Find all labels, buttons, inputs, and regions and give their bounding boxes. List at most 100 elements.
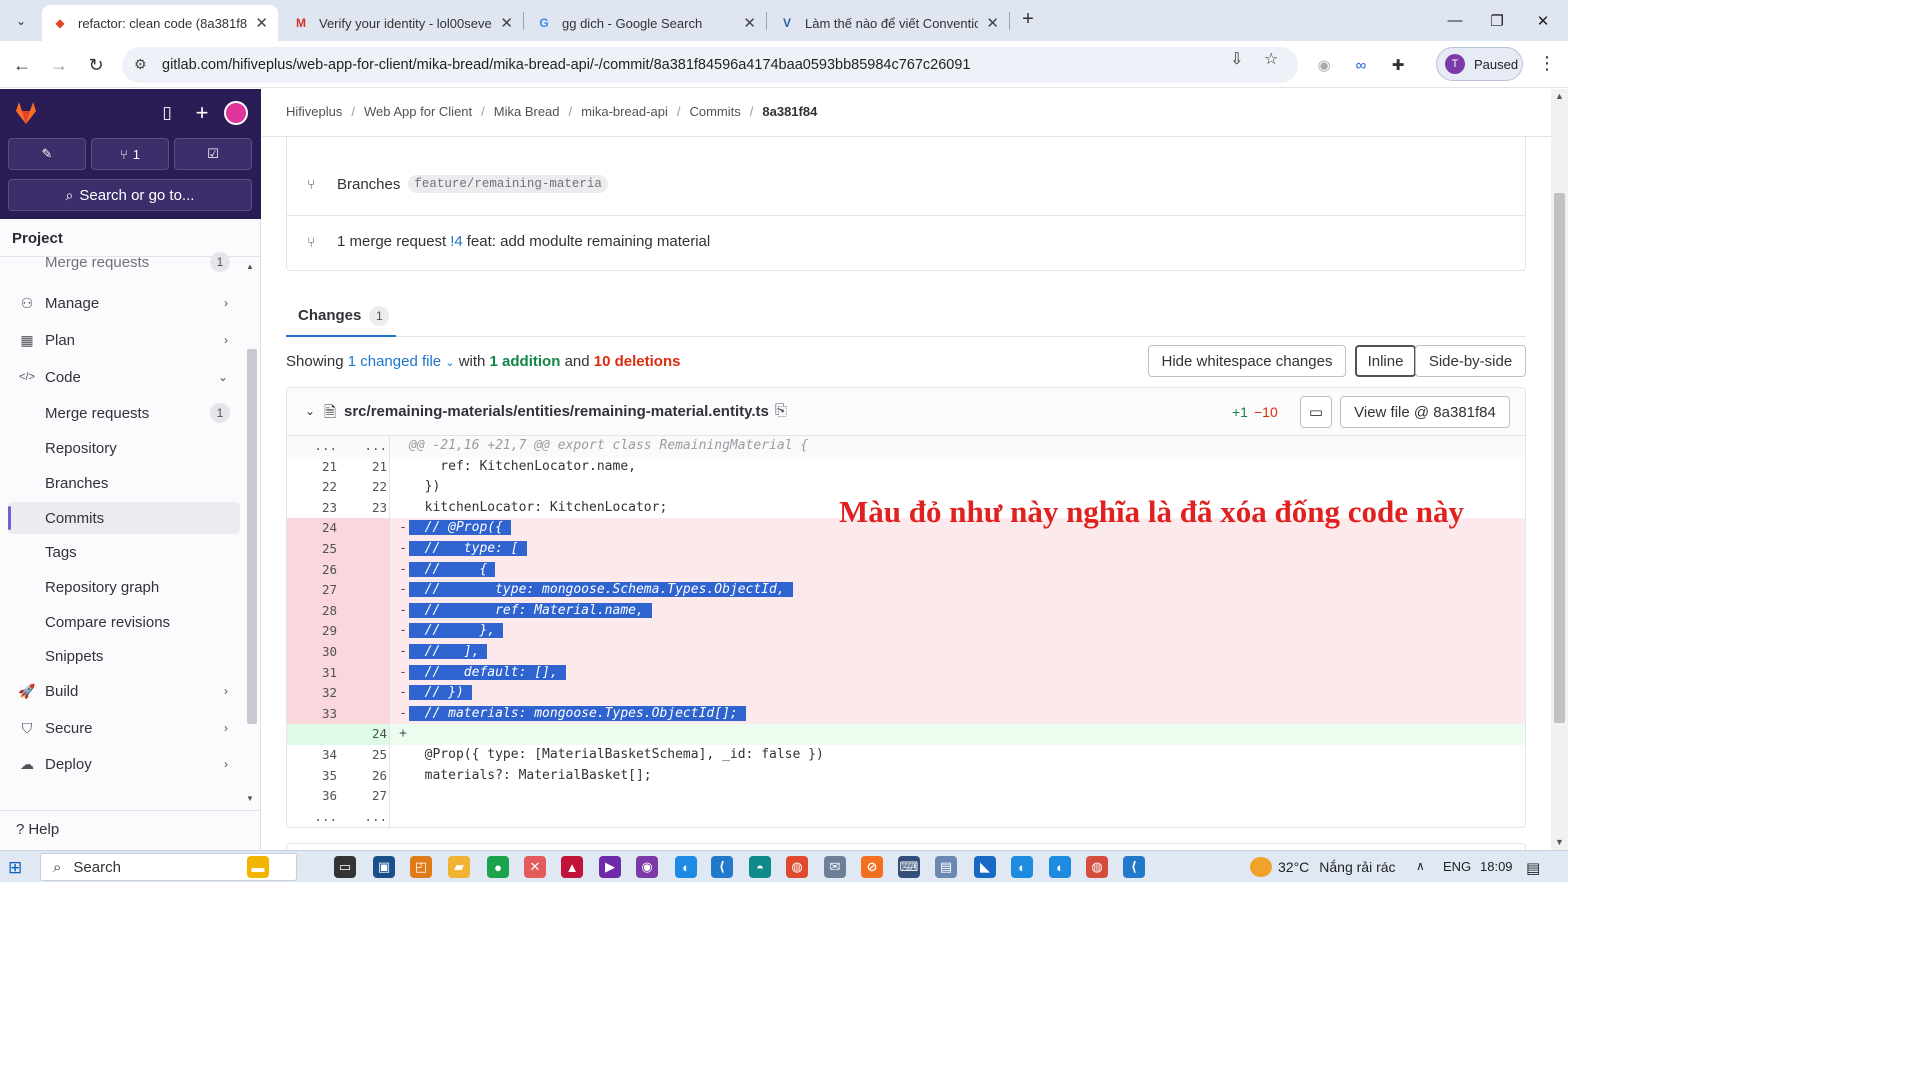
extension-icon[interactable]: ◉ <box>1312 53 1336 77</box>
app-icon[interactable]: ▶ <box>599 856 621 878</box>
vscode-icon[interactable]: ⟨ <box>711 856 733 878</box>
browser-tab-1[interactable]: M Verify your identity - lol00sever ✕ <box>283 5 523 41</box>
old-line-number[interactable]: 34 <box>287 745 337 766</box>
install-app-icon[interactable]: ⇩ <box>1230 49 1243 69</box>
old-line-number[interactable]: 33 <box>287 704 337 725</box>
scroll-down-icon[interactable]: ▼ <box>1555 837 1564 847</box>
extension-infinity-icon[interactable]: ∞ <box>1349 53 1373 77</box>
sidebar-item[interactable]: ⚇ Manage › <box>8 287 240 319</box>
sidebar-item[interactable]: ⛉ Secure › <box>8 712 240 744</box>
sidebar-item[interactable]: Merge requests 1 <box>8 397 240 429</box>
old-line-number[interactable]: 32 <box>287 683 337 704</box>
scroll-down-icon[interactable]: ▼ <box>246 794 254 803</box>
site-info-icon[interactable]: ⚙ <box>134 56 147 73</box>
weather-widget[interactable]: 32°C Nắng rải rác <box>1250 857 1396 877</box>
sidebar-item[interactable]: Repository graph <box>8 571 240 603</box>
browser-tab-0[interactable]: ◆ refactor: clean code (8a381f84) ✕ <box>42 5 278 41</box>
browser-tab-2[interactable]: G gg dich - Google Search ✕ <box>526 5 766 41</box>
old-line-number[interactable]: 25 <box>287 539 337 560</box>
help-button[interactable]: ? Help <box>16 821 59 838</box>
app-icon[interactable]: ⊘ <box>861 856 883 878</box>
sidebar-item[interactable]: ☁ Deploy › <box>8 748 240 780</box>
search-button[interactable]: ⌕ Search or go to... <box>8 179 252 211</box>
sidebar-item[interactable]: Compare revisions <box>8 606 240 638</box>
breadcrumb-item[interactable]: Commits <box>689 104 740 119</box>
old-line-number[interactable]: 28 <box>287 601 337 622</box>
new-line-number[interactable]: 21 <box>337 457 387 478</box>
url-field[interactable]: ⚙ gitlab.com/hifiveplus/web-app-for-clie… <box>122 47 1298 83</box>
mr-link[interactable]: !4 <box>450 233 463 250</box>
edge-icon[interactable]: ◓ <box>749 856 771 878</box>
extensions-puzzle-icon[interactable]: ✚ <box>1386 53 1410 77</box>
breadcrumb-item[interactable]: Web App for Client <box>364 104 472 119</box>
gitlab-logo-icon[interactable] <box>12 99 40 127</box>
old-line-number[interactable]: 26 <box>287 560 337 581</box>
old-line-number[interactable]: 30 <box>287 642 337 663</box>
tray-chevron-icon[interactable]: ∧ <box>1416 859 1425 873</box>
notifications-icon[interactable]: ▤ <box>1526 859 1540 877</box>
side-by-side-view-button[interactable]: Side-by-side <box>1415 345 1526 377</box>
app-icon[interactable]: ◐ <box>675 856 697 878</box>
create-new-icon[interactable]: + <box>190 100 214 125</box>
close-window-button[interactable]: ✕ <box>1520 0 1566 41</box>
browser-tab-3[interactable]: V Làm thế nào để viết Convention ✕ <box>769 5 1009 41</box>
app-icon[interactable]: ◉ <box>636 856 658 878</box>
new-tab-button[interactable]: + <box>1016 8 1040 32</box>
new-line-number[interactable]: ... <box>337 436 387 457</box>
toggle-sidebar-icon[interactable]: ▯ <box>155 101 179 125</box>
bookmark-star-icon[interactable]: ☆ <box>1264 49 1278 69</box>
user-avatar[interactable] <box>224 101 248 125</box>
app-icon[interactable]: ◐ <box>1049 856 1071 878</box>
hide-whitespace-button[interactable]: Hide whitespace changes <box>1148 345 1346 377</box>
scrollbar-thumb[interactable] <box>247 349 257 724</box>
old-line-number[interactable]: ... <box>287 807 337 827</box>
old-line-number[interactable]: 23 <box>287 498 337 519</box>
app-icon[interactable]: ◰ <box>410 856 432 878</box>
close-tab-icon[interactable]: ✕ <box>255 14 268 32</box>
inline-view-button[interactable]: Inline <box>1355 345 1416 377</box>
breadcrumb-item[interactable]: Hifiveplus <box>286 104 342 119</box>
new-line-number[interactable]: 22 <box>337 477 387 498</box>
close-tab-icon[interactable]: ✕ <box>743 14 756 32</box>
chrome-icon[interactable]: ◍ <box>786 856 808 878</box>
new-line-number[interactable]: ... <box>337 807 387 827</box>
app-icon[interactable]: ▲ <box>561 856 583 878</box>
new-line-number[interactable]: 24 <box>337 724 387 745</box>
new-line-number[interactable]: 23 <box>337 498 387 519</box>
old-line-number[interactable]: 21 <box>287 457 337 478</box>
copy-path-icon[interactable]: ⎘ <box>775 402 787 419</box>
old-line-number[interactable]: 22 <box>287 477 337 498</box>
old-line-number[interactable]: ... <box>287 436 337 457</box>
file-explorer-icon[interactable]: ▬ <box>247 856 269 878</box>
sidebar-item[interactable]: Snippets <box>8 640 240 672</box>
breadcrumb-item[interactable]: 8a381f84 <box>762 104 817 119</box>
app-icon[interactable]: ◣ <box>974 856 996 878</box>
branch-pill[interactable]: feature/remaining-materia <box>408 175 608 193</box>
new-line-number[interactable]: 27 <box>337 786 387 807</box>
old-line-number[interactable]: 24 <box>287 518 337 539</box>
changed-files-dropdown[interactable]: 1 changed file ⌄ <box>348 353 455 370</box>
minimize-button[interactable]: — <box>1432 0 1478 41</box>
app-icon[interactable]: ✉ <box>824 856 846 878</box>
old-line-number[interactable]: 35 <box>287 766 337 787</box>
merge-requests-button[interactable]: ⑂ 1 <box>91 138 169 170</box>
vscode-icon[interactable]: ⟨ <box>1123 856 1145 878</box>
sidebar-item[interactable]: Tags <box>8 536 240 568</box>
page-scrollbar[interactable]: ▲ ▼ <box>1551 89 1568 850</box>
app-icon[interactable]: ⌨ <box>898 856 920 878</box>
view-file-button[interactable]: View file @ 8a381f84 <box>1340 396 1510 428</box>
scrollbar-thumb[interactable] <box>1554 193 1565 723</box>
clock[interactable]: 18:09 <box>1480 859 1513 874</box>
forward-button[interactable]: → <box>46 52 72 78</box>
sidebar-item[interactable]: Branches <box>8 467 240 499</box>
profile-button[interactable]: T Paused <box>1436 47 1523 81</box>
collapse-chevron-icon[interactable]: ⌄ <box>305 404 315 418</box>
folder-icon[interactable]: ▰ <box>448 856 470 878</box>
new-line-number[interactable]: 26 <box>337 766 387 787</box>
app-icon[interactable]: ▤ <box>935 856 957 878</box>
reload-button[interactable]: ↻ <box>83 52 109 78</box>
breadcrumb-item[interactable]: Mika Bread <box>494 104 560 119</box>
file-path[interactable]: src/remaining-materials/entities/remaini… <box>344 403 769 420</box>
app-icon[interactable]: ✕ <box>524 856 546 878</box>
language-indicator[interactable]: ENG <box>1443 859 1471 874</box>
